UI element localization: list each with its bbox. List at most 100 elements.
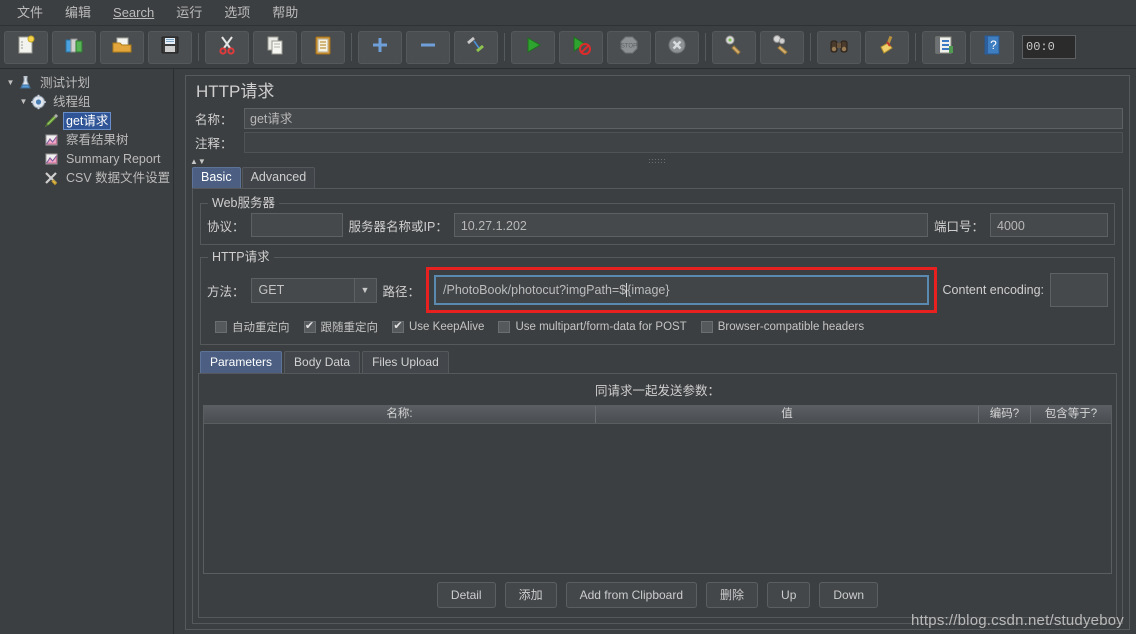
chevron-down-icon[interactable]: ▼ — [353, 278, 376, 302]
tab-body-data[interactable]: Body Data — [284, 351, 361, 373]
open-templates-button[interactable] — [52, 30, 96, 64]
reset-search-button[interactable] — [865, 30, 909, 64]
collapse-up-icon[interactable]: ▲▼ — [190, 157, 206, 166]
menu-item-file[interactable]: 文件 — [6, 2, 54, 23]
tab-parameters[interactable]: Parameters — [200, 351, 283, 373]
stop-button[interactable]: STOP — [607, 30, 651, 64]
menu-item-search[interactable]: Search — [102, 2, 165, 23]
content-encoding-input[interactable] — [1050, 273, 1108, 307]
start-button[interactable] — [511, 30, 555, 64]
start-no-pauses-button[interactable] — [559, 30, 603, 64]
checkbox-box-icon[interactable] — [392, 321, 404, 333]
table-body[interactable] — [204, 424, 1111, 573]
tree-twisty-icon[interactable]: ▼ — [4, 73, 17, 92]
tab-basic[interactable]: Basic — [192, 167, 241, 188]
tree-item-label: get请求 — [62, 111, 112, 130]
tree-twisty-icon[interactable]: ▼ — [17, 92, 30, 111]
menu-item-help[interactable]: 帮助 — [261, 2, 309, 23]
cut-scissors-icon — [216, 34, 238, 61]
search-binoculars-icon — [828, 34, 850, 61]
checkbox-auto-redirect[interactable]: 自动重定向 — [215, 319, 290, 335]
up-button[interactable]: Up — [767, 582, 811, 608]
detail-button[interactable]: Detail — [436, 582, 496, 608]
toolbar-separator — [198, 33, 199, 61]
clear-button[interactable] — [712, 30, 756, 64]
svg-text:STOP: STOP — [621, 43, 637, 49]
menu-item-edit[interactable]: 编辑 — [54, 2, 102, 23]
checkbox-browser-compatible-headers[interactable]: Browser-compatible headers — [700, 321, 864, 333]
collapse-all-button[interactable] — [406, 30, 450, 64]
method-select[interactable]: GET ▼ — [250, 277, 377, 303]
parameters-table[interactable]: 名称: 值 编码? 包含等于? — [203, 405, 1112, 574]
cut-button[interactable] — [205, 30, 249, 64]
toggle-enable-button[interactable] — [454, 30, 498, 64]
function-helper-button[interactable] — [922, 30, 966, 64]
elapsed-timer: 00:0 — [1022, 35, 1076, 59]
column-header-include-equals[interactable]: 包含等于? — [1031, 406, 1111, 423]
save-button[interactable] — [148, 30, 192, 64]
new-document-button[interactable] — [4, 30, 48, 64]
menu-item-options[interactable]: 选项 — [213, 2, 261, 23]
help-button[interactable]: ? — [970, 30, 1014, 64]
tree-item-get-request[interactable]: get请求 — [0, 111, 173, 130]
start-play-icon — [522, 34, 544, 61]
thread-group-gear-icon — [30, 94, 48, 110]
delete-button[interactable]: 删除 — [706, 582, 759, 608]
expand-all-button[interactable] — [358, 30, 402, 64]
search-button[interactable] — [817, 30, 861, 64]
tree-item-label: 测试计划 — [40, 75, 91, 90]
tree-item-label: 线程组 — [53, 94, 91, 109]
tree-item-csv-data-set[interactable]: CSV 数据文件设置 — [0, 168, 173, 187]
paste-button[interactable] — [301, 30, 345, 64]
name-row: 名称： get请求 — [186, 108, 1129, 132]
column-header-value[interactable]: 值 — [596, 406, 979, 423]
checkbox-box-icon[interactable] — [498, 321, 511, 333]
checkbox-box-icon[interactable] — [700, 321, 713, 333]
comment-label: 注释： — [195, 137, 233, 151]
add-from-clipboard-button[interactable]: Add from Clipboard — [565, 582, 698, 608]
open-file-button[interactable] — [100, 30, 144, 64]
table-header-row: 名称: 值 编码? 包含等于? — [204, 406, 1111, 424]
comment-input[interactable] — [244, 132, 1123, 153]
web-server-row: 协议： 服务器名称或IP： 10.27.1.202 端口号： 4000 — [207, 213, 1108, 237]
tree-item-thread-group[interactable]: ▼ 线程组 — [0, 92, 173, 111]
tree-item-view-results-tree[interactable]: 察看结果树 — [0, 130, 173, 149]
open-folder-icon — [111, 34, 133, 61]
shutdown-button[interactable] — [655, 30, 699, 64]
path-input[interactable]: /PhotoBook/photocut?imgPath=$ {image} — [434, 275, 929, 305]
copy-button[interactable] — [253, 30, 297, 64]
collapse-bar[interactable]: ▲▼ :::::: — [186, 156, 1129, 166]
tree-item-summary-report[interactable]: Summary Report — [0, 149, 173, 168]
name-label: 名称： — [195, 113, 233, 127]
tree-item-test-plan[interactable]: ▼ 测试计划 — [0, 73, 173, 92]
checkbox-use-keepalive[interactable]: Use KeepAlive — [392, 321, 484, 333]
checkbox-use-multipart[interactable]: Use multipart/form-data for POST — [498, 321, 687, 333]
column-header-name[interactable]: 名称: — [204, 406, 596, 423]
page-title: HTTP请求 — [196, 82, 275, 101]
help-book-icon: ? — [981, 34, 1003, 61]
test-plan-tree[interactable]: ▼ 测试计划 ▼ 线程组 get请求 察看结果树 Summary Report … — [0, 69, 174, 634]
menu-item-run[interactable]: 运行 — [165, 2, 213, 23]
tab-files-upload[interactable]: Files Upload — [362, 351, 449, 373]
port-input[interactable]: 4000 — [990, 213, 1108, 237]
toolbar-separator — [705, 33, 706, 61]
checkbox-box-icon[interactable] — [303, 321, 316, 333]
tab-advanced[interactable]: Advanced — [241, 167, 316, 188]
save-floppy-icon — [159, 34, 181, 61]
toolbar-separator — [810, 33, 811, 61]
stop-icon: STOP — [618, 34, 640, 61]
down-button[interactable]: Down — [819, 582, 879, 608]
name-input[interactable]: get请求 — [244, 108, 1123, 129]
start-no-pauses-icon — [570, 34, 592, 61]
clear-all-icon — [771, 34, 793, 61]
clear-all-button[interactable] — [760, 30, 804, 64]
add-button[interactable]: 添加 — [504, 582, 557, 608]
http-request-group-title: HTTP请求 — [208, 250, 274, 265]
checkbox-box-icon[interactable] — [215, 321, 227, 333]
column-header-encode[interactable]: 编码? — [979, 406, 1031, 423]
checkbox-follow-redirects[interactable]: 跟随重定向 — [303, 319, 378, 335]
server-input[interactable]: 10.27.1.202 — [453, 213, 928, 237]
split-grip-icon[interactable]: :::::: — [649, 158, 667, 165]
protocol-input[interactable] — [250, 213, 343, 237]
csv-data-set-icon — [43, 170, 61, 186]
